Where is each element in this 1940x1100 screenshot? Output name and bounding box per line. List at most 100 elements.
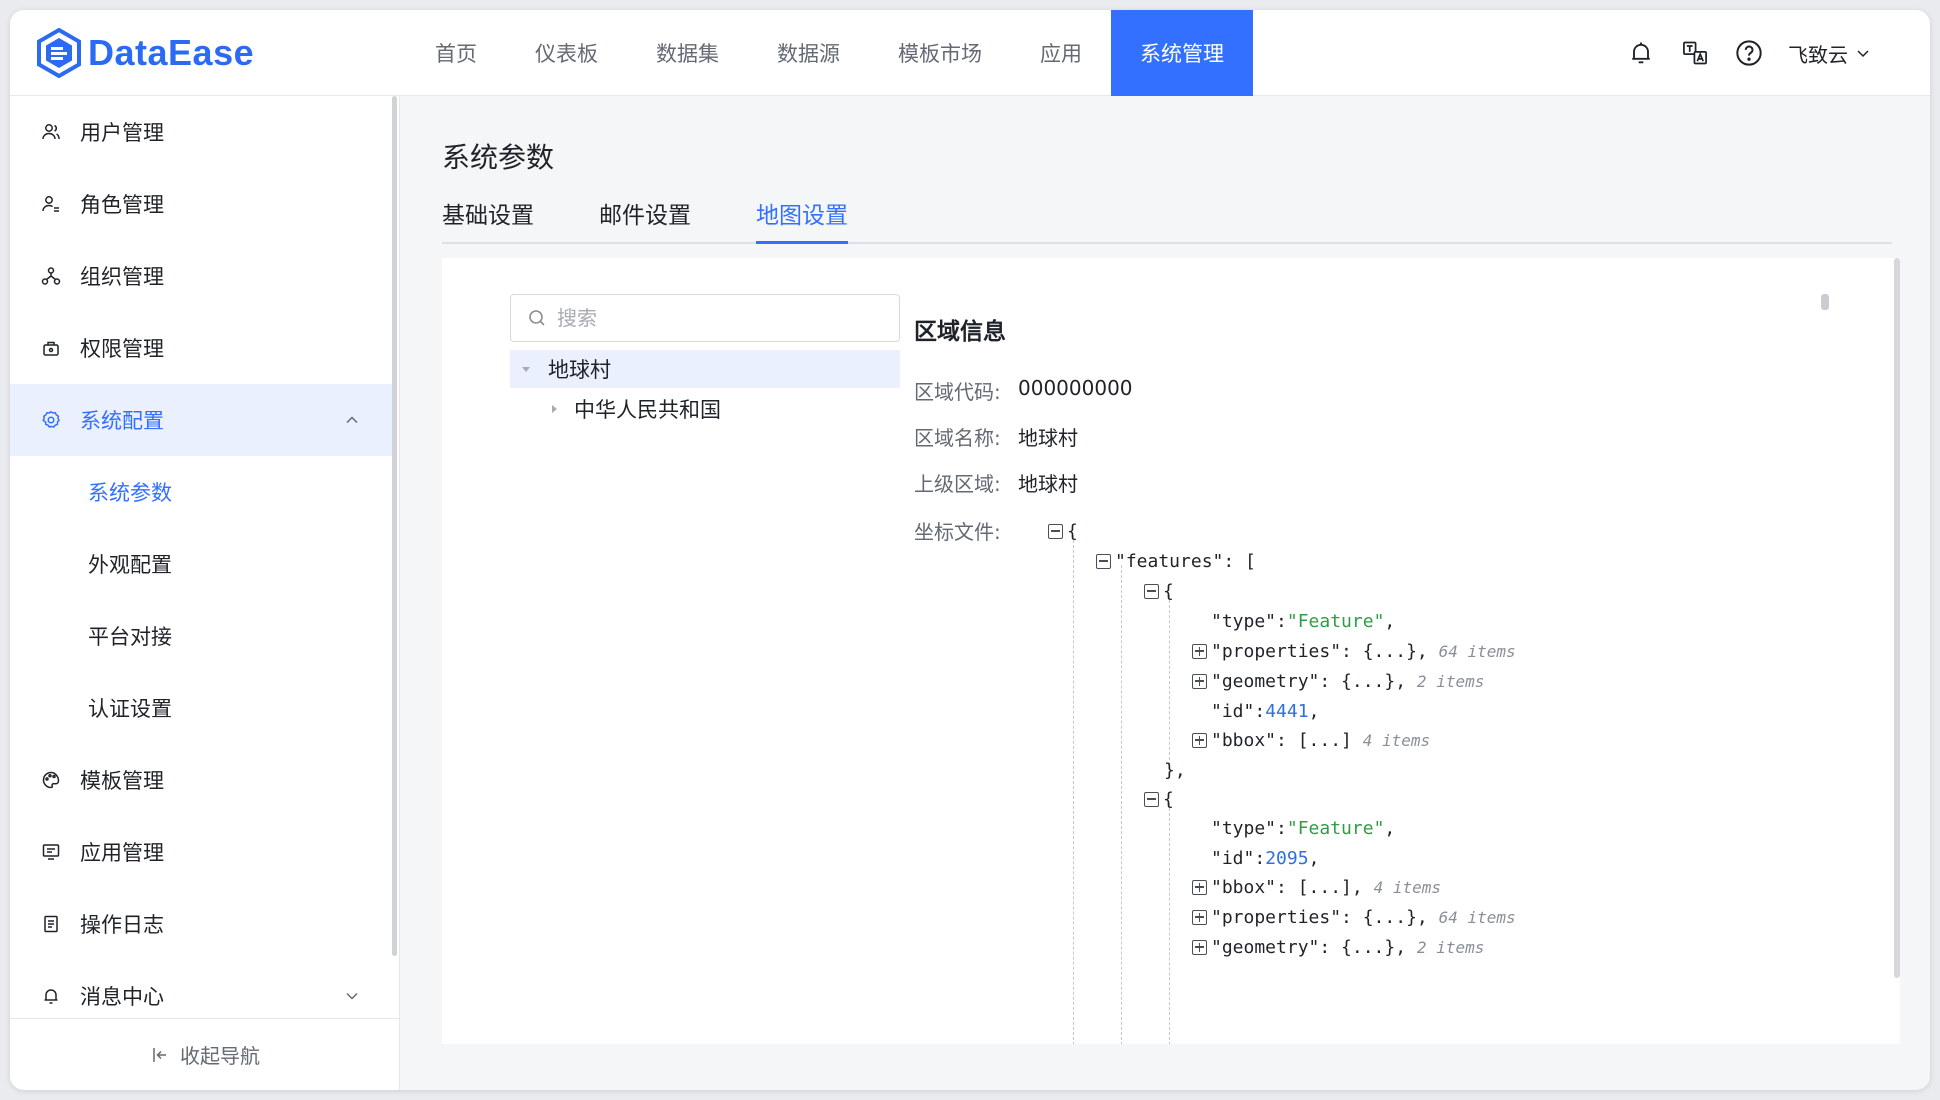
app-window: DataEase 首页 仪表板 数据集 数据源 模板市场 应用 系统管理 飞致云… — [10, 10, 1930, 1090]
nav-apps[interactable]: 应用 — [1011, 10, 1111, 96]
sidebar-item-label: 操作日志 — [80, 913, 164, 937]
bell-icon — [40, 985, 62, 1007]
tab-email-settings[interactable]: 邮件设置 — [599, 196, 691, 244]
parent-region-row: 上级区域: 地球村 — [914, 468, 1078, 497]
top-header: DataEase 首页 仪表板 数据集 数据源 模板市场 应用 系统管理 飞致云 — [10, 10, 1930, 96]
json-feature1-properties: "properties": {...}, 64 items — [1192, 638, 1516, 664]
region-name-label: 区域名称: — [914, 426, 1001, 450]
lock-icon — [40, 337, 62, 359]
expand-toggle-icon[interactable] — [1192, 939, 1207, 955]
page-title: 系统参数 — [442, 141, 555, 174]
gear-icon — [40, 409, 62, 431]
json-feature2-type: "type": "Feature", — [1211, 817, 1396, 839]
collapse-toggle-icon[interactable] — [1048, 523, 1063, 539]
caret-down-icon[interactable] — [520, 363, 532, 375]
json-scrollbar[interactable] — [1821, 294, 1829, 310]
user-icon — [40, 121, 62, 143]
sidebar-item-template-management[interactable]: 模板管理 — [10, 744, 392, 816]
chevron-down-icon — [1857, 50, 1869, 58]
caret-right-icon[interactable] — [548, 403, 560, 415]
nav-dashboard[interactable]: 仪表板 — [506, 10, 627, 96]
user-menu[interactable]: 飞致云 — [1788, 39, 1870, 68]
bell-icon[interactable] — [1626, 38, 1656, 68]
region-code-value: 000000000 — [1018, 376, 1133, 400]
logo[interactable]: DataEase — [36, 28, 254, 78]
json-feature2-open: { — [1144, 786, 1174, 812]
sidebar-item-system-config[interactable]: 系统配置 — [10, 384, 392, 456]
sidebar-item-label: 系统配置 — [80, 409, 164, 433]
nav-datasource[interactable]: 数据源 — [748, 10, 869, 96]
region-name-value: 地球村 — [1018, 426, 1078, 450]
json-indent-guide — [1073, 535, 1074, 1044]
sidebar-subitem-system-params[interactable]: 系统参数 — [10, 456, 392, 528]
json-feature1-geometry: "geometry": {...}, 2 items — [1192, 668, 1484, 694]
sidebar-item-label: 应用管理 — [80, 841, 164, 865]
json-feature1-type: "type": "Feature", — [1211, 610, 1396, 632]
expand-toggle-icon[interactable] — [1192, 673, 1207, 689]
nav-template-market[interactable]: 模板市场 — [869, 10, 1011, 96]
collapse-nav-button[interactable]: 收起导航 — [10, 1018, 400, 1090]
search-input[interactable] — [557, 306, 887, 330]
header-actions: 飞致云 — [1602, 10, 1870, 96]
logo-text: DataEase — [88, 32, 255, 73]
sidebar-item-label: 权限管理 — [80, 337, 164, 361]
user-name: 飞致云 — [1788, 42, 1848, 67]
sidebar-subitem-platform-integration[interactable]: 平台对接 — [10, 600, 392, 672]
nav-system-management[interactable]: 系统管理 — [1111, 10, 1253, 96]
json-feature1-id: "id":4441, — [1211, 700, 1320, 722]
palette-icon — [40, 769, 62, 791]
translate-icon[interactable] — [1680, 38, 1710, 68]
json-root-line: { — [1048, 518, 1078, 544]
collapse-toggle-icon[interactable] — [1096, 553, 1111, 569]
json-features-line: "features": [ — [1096, 548, 1256, 574]
nav-home[interactable]: 首页 — [406, 10, 506, 96]
region-code-label: 区域代码: — [914, 380, 1001, 404]
tree-node-label: 地球村 — [548, 358, 611, 382]
tab-basic-settings[interactable]: 基础设置 — [442, 196, 534, 244]
expand-toggle-icon[interactable] — [1192, 879, 1207, 895]
sidebar-scrollbar[interactable] — [391, 96, 399, 956]
sidebar-item-label: 角色管理 — [80, 193, 164, 217]
sidebar-item-label: 消息中心 — [80, 985, 164, 1009]
parent-region-label: 上级区域: — [914, 472, 1001, 496]
sidebar-item-operation-log[interactable]: 操作日志 — [10, 888, 392, 960]
expand-toggle-icon[interactable] — [1192, 732, 1207, 748]
region-name-row: 区域名称: 地球村 — [914, 422, 1078, 451]
expand-toggle-icon[interactable] — [1192, 909, 1207, 925]
search-icon — [529, 310, 545, 326]
panel-scrollbar[interactable] — [1892, 258, 1900, 978]
sidebar-subitem-appearance[interactable]: 外观配置 — [10, 528, 392, 600]
log-icon — [40, 913, 62, 935]
sidebar: 用户管理 角色管理 组织管理 权限管理 系统配置 系统参数 外观配置 平台对接 … — [10, 96, 400, 1090]
sidebar-item-role-management[interactable]: 角色管理 — [10, 168, 392, 240]
expand-toggle-icon[interactable] — [1192, 643, 1207, 659]
json-feature2-geometry: "geometry": {...}, 2 items — [1192, 934, 1484, 960]
collapse-nav-label: 收起导航 — [180, 1044, 260, 1068]
collapse-left-icon — [153, 1047, 166, 1062]
sidebar-item-app-management[interactable]: 应用管理 — [10, 816, 392, 888]
role-icon — [40, 193, 62, 215]
sidebar-item-permission-management[interactable]: 权限管理 — [10, 312, 392, 384]
tree-node-china[interactable]: 中华人民共和国 — [510, 390, 900, 428]
settings-tabs: 基础设置 邮件设置 地图设置 — [442, 196, 1892, 244]
collapse-toggle-icon[interactable] — [1144, 583, 1159, 599]
chevron-up-icon — [346, 416, 358, 424]
sidebar-item-label: 组织管理 — [80, 265, 164, 289]
nav-dataset[interactable]: 数据集 — [627, 10, 748, 96]
json-feature2-bbox: "bbox": [...], 4 items — [1192, 874, 1441, 900]
sidebar-item-org-management[interactable]: 组织管理 — [10, 240, 392, 312]
region-info-title: 区域信息 — [914, 319, 1006, 345]
tree-node-earth-village[interactable]: 地球村 — [510, 350, 900, 388]
json-feature1-bbox: "bbox": [...] 4 items — [1192, 727, 1430, 753]
chevron-down-icon — [346, 992, 358, 1000]
map-settings-panel: 地球村 中华人民共和国 区域信息 区域代码: 000000000 区域名称: 地… — [442, 258, 1900, 1044]
sidebar-item-user-management[interactable]: 用户管理 — [10, 96, 392, 168]
coord-file-label: 坐标文件: — [914, 520, 1001, 544]
json-feature1-close: }, — [1164, 759, 1186, 781]
json-indent-guide — [1121, 565, 1122, 1044]
json-feature2-properties: "properties": {...}, 64 items — [1192, 904, 1516, 930]
collapse-toggle-icon[interactable] — [1144, 791, 1159, 807]
sidebar-subitem-auth-settings[interactable]: 认证设置 — [10, 672, 392, 744]
tab-map-settings[interactable]: 地图设置 — [756, 196, 848, 244]
help-circle-icon[interactable] — [1734, 38, 1764, 68]
